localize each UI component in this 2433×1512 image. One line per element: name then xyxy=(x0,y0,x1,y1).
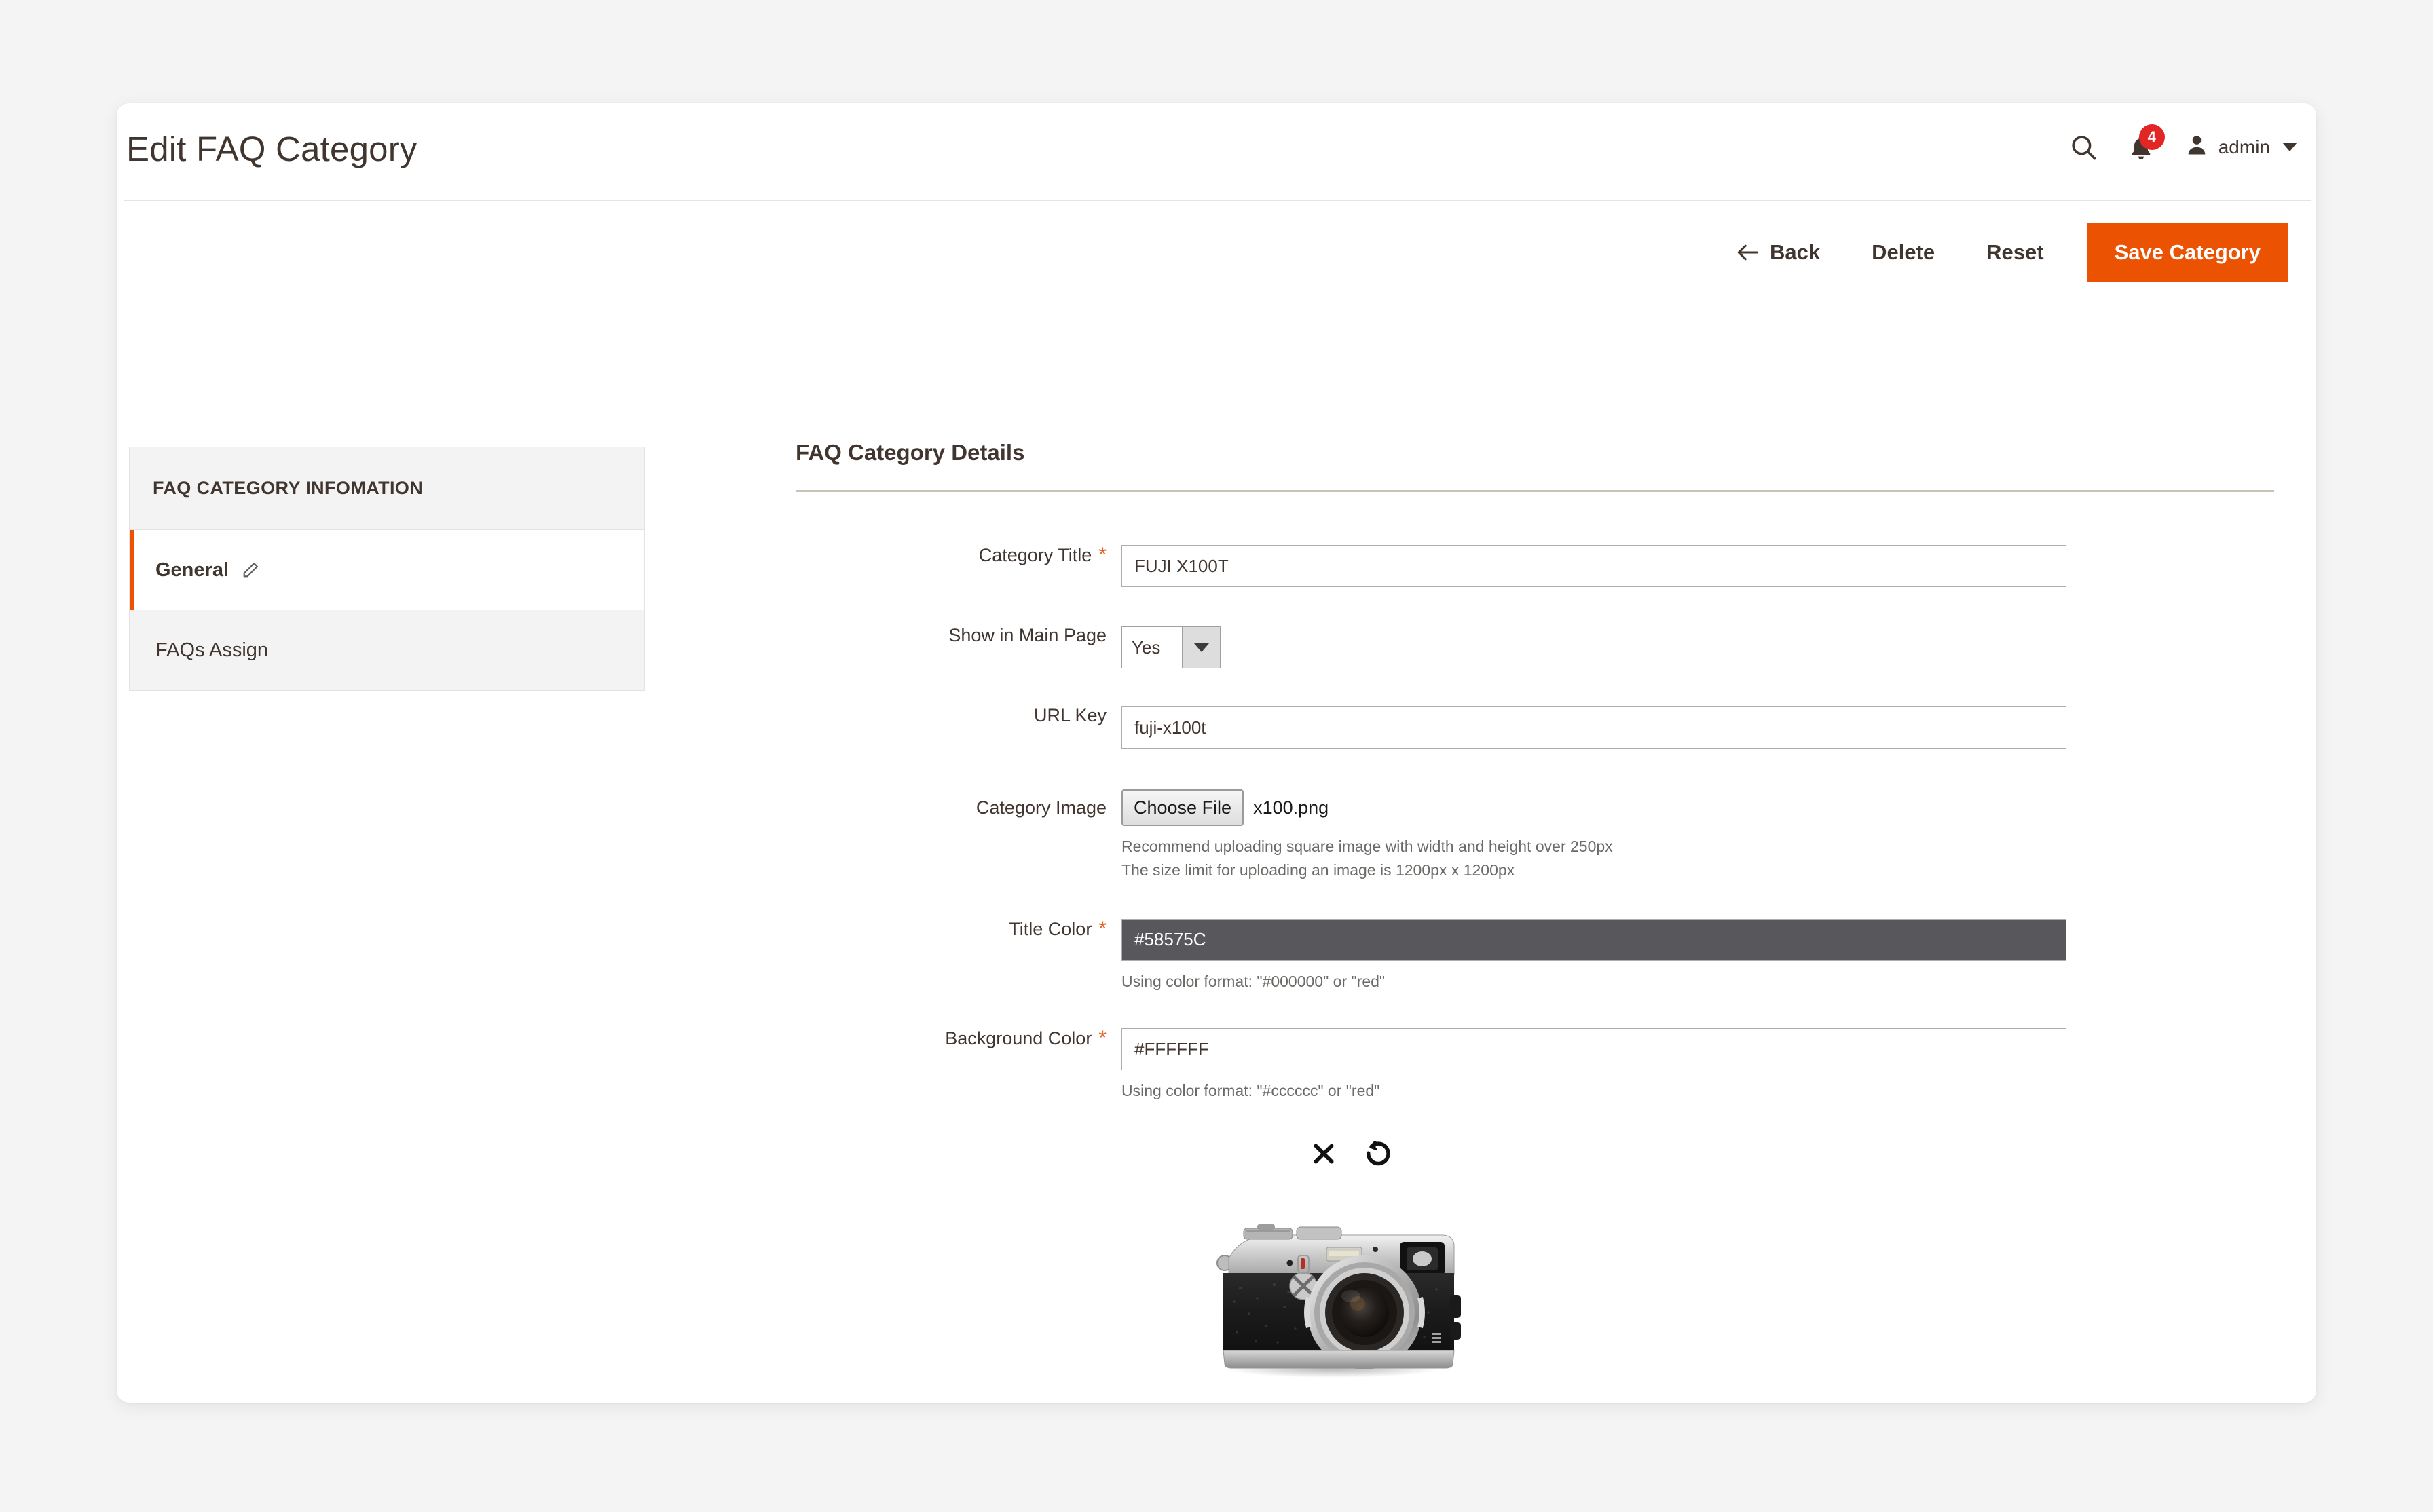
user-name-label: admin xyxy=(2218,136,2270,157)
field-category-title: Category Title * xyxy=(796,545,2280,587)
show-in-main-page-value: Yes xyxy=(1132,637,1161,658)
category-image-help-1: Recommend uploading square image with wi… xyxy=(1121,837,1613,855)
section-divider xyxy=(796,490,2274,492)
save-category-button[interactable]: Save Category xyxy=(2087,223,2288,282)
category-image-label: Category Image xyxy=(976,797,1107,818)
close-x-icon[interactable] xyxy=(1310,1140,1337,1167)
background-color-input[interactable] xyxy=(1121,1028,2066,1071)
back-button[interactable]: Back xyxy=(1710,240,1846,265)
sidebar-heading: FAQ CATEGORY INFOMATION xyxy=(129,447,645,529)
section-title: FAQ Category Details xyxy=(796,440,1025,465)
required-asterisk: * xyxy=(1098,1027,1107,1050)
reset-button-label: Reset xyxy=(1986,240,2044,264)
title-color-input[interactable] xyxy=(1121,918,2066,961)
form-column: FAQ Category Details Category Title* Sho… xyxy=(796,311,2280,1390)
back-button-label: Back xyxy=(1770,240,1821,264)
admin-page: Edit FAQ Category 4 admin Back Delete Re… xyxy=(0,0,2433,1512)
file-upload-row: Choose File x100.png xyxy=(1121,789,2280,826)
notifications-bell-icon[interactable]: 4 xyxy=(2128,124,2165,162)
chevron-down-icon xyxy=(1182,627,1220,668)
category-title-input[interactable] xyxy=(1121,545,2066,587)
sidebar-items: General FAQs Assign xyxy=(129,529,645,691)
user-menu[interactable]: admin xyxy=(2185,132,2297,162)
url-key-input[interactable] xyxy=(1121,706,2066,749)
category-image-help-2: The size limit for uploading an image is… xyxy=(1121,861,1515,880)
pencil-icon xyxy=(241,561,260,580)
background-color-help: Using color format: "#cccccc" or "red" xyxy=(1121,1082,1380,1100)
field-show-in-main-page: Show in Main Page Yes xyxy=(796,626,2280,668)
chevron-down-icon xyxy=(2282,143,2297,151)
undo-rotate-icon[interactable] xyxy=(1363,1139,1393,1169)
search-icon[interactable] xyxy=(2069,133,2098,162)
sidebar-item-general-label: General xyxy=(155,559,229,581)
user-avatar-icon xyxy=(2185,132,2209,162)
url-key-label: URL Key xyxy=(1033,705,1107,725)
sidebar-item-general[interactable]: General xyxy=(130,530,644,610)
page-title: Edit FAQ Category xyxy=(126,130,417,168)
page-body: FAQ CATEGORY INFOMATION General FAQs Ass… xyxy=(117,311,2316,1403)
reset-button[interactable]: Reset xyxy=(1961,240,2069,265)
page-header: Edit FAQ Category 4 admin xyxy=(117,103,2316,200)
category-info-sidebar: FAQ CATEGORY INFOMATION General FAQs Ass… xyxy=(129,447,645,691)
uploaded-file-name: x100.png xyxy=(1253,797,1329,818)
background-color-label: Background Color * xyxy=(945,1027,1107,1050)
category-image-preview xyxy=(1176,1193,1488,1390)
show-in-main-page-select[interactable]: Yes xyxy=(1121,626,1221,668)
header-tools: 4 admin xyxy=(2069,124,2297,162)
show-in-main-page-label: Show in Main Page xyxy=(948,625,1107,645)
category-title-label: Category Title * xyxy=(978,544,1107,566)
field-category-image: Category Image Choose File x100.png Reco… xyxy=(796,789,2280,882)
header-divider xyxy=(124,200,2311,201)
required-asterisk: * xyxy=(1098,544,1107,566)
delete-button[interactable]: Delete xyxy=(1846,240,1961,265)
notification-count-badge: 4 xyxy=(2138,124,2165,150)
field-url-key: URL Key xyxy=(796,706,2280,749)
action-toolbar: Back Delete Reset Save Category xyxy=(1710,217,2288,288)
required-asterisk: * xyxy=(1098,917,1107,940)
field-background-color: Background Color* Using color format: "#… xyxy=(796,1028,2280,1102)
camera-image xyxy=(1216,1224,1461,1378)
image-action-row xyxy=(1310,1139,2280,1169)
arrow-left-icon xyxy=(1736,243,1759,262)
sidebar-item-faqs-assign-label: FAQs Assign xyxy=(155,639,269,661)
choose-file-button[interactable]: Choose File xyxy=(1121,789,1244,826)
content-card: Edit FAQ Category 4 admin Back Delete Re… xyxy=(117,103,2316,1403)
field-title-color: Title Color* Using color format: "#00000… xyxy=(796,917,2280,993)
title-color-help: Using color format: "#000000" or "red" xyxy=(1121,972,1386,990)
sidebar-item-faqs-assign[interactable]: FAQs Assign xyxy=(130,610,644,690)
title-color-label: Title Color * xyxy=(1009,917,1107,940)
delete-button-label: Delete xyxy=(1872,240,1935,264)
